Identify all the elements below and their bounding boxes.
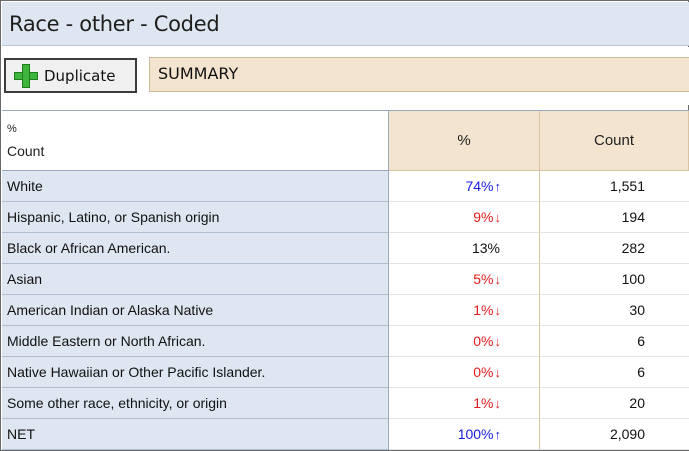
row-label[interactable]: Some other race, ethnicity, or origin [2, 388, 389, 419]
percent-value: 13% [471, 240, 500, 256]
window-frame: Race - other - Coded Duplicate SUMMARY %… [0, 0, 689, 451]
count-cell[interactable]: 2,090 [540, 419, 689, 450]
row-label[interactable]: Native Hawaiian or Other Pacific Islande… [2, 357, 389, 388]
row-label[interactable]: NET [2, 419, 389, 450]
title-bar: Race - other - Coded [2, 2, 689, 46]
arrow-down-icon: ↓ [494, 272, 502, 287]
percent-value: 9% [473, 209, 494, 225]
table-row[interactable]: White 74%↑ 1,551 [2, 171, 689, 202]
arrow-up-icon: ↑ [494, 427, 502, 442]
count-cell[interactable]: 282 [540, 233, 689, 264]
arrow-up-icon: ↑ [494, 179, 502, 194]
percent-value: 74% [465, 178, 494, 194]
duplicate-button[interactable]: Duplicate [4, 58, 137, 93]
count-cell[interactable]: 1,551 [540, 171, 689, 202]
percent-cell[interactable]: 1%↓ [389, 388, 540, 419]
plus-icon [14, 63, 38, 88]
column-header-percent[interactable]: % [389, 111, 540, 171]
table-row[interactable]: American Indian or Alaska Native 1%↓ 30 [2, 295, 689, 326]
toolbar: Duplicate SUMMARY [2, 47, 689, 105]
row-label[interactable]: American Indian or Alaska Native [2, 295, 389, 326]
percent-cell[interactable]: 5%↓ [389, 264, 540, 295]
count-cell[interactable]: 6 [540, 357, 689, 388]
row-label[interactable]: White [2, 171, 389, 202]
percent-value: 1% [473, 302, 494, 318]
table-row[interactable]: Native Hawaiian or Other Pacific Islande… [2, 357, 689, 388]
row-label[interactable]: Middle Eastern or North African. [2, 326, 389, 357]
count-cell[interactable]: 6 [540, 326, 689, 357]
results-table: % Count % Count White 74%↑ 1,551 Hispanic, … [2, 110, 689, 451]
percent-cell[interactable]: 0%↓ [389, 357, 540, 388]
arrow-down-icon: ↓ [494, 334, 502, 349]
percent-cell[interactable]: 1%↓ [389, 295, 540, 326]
arrow-down-icon: ↓ [494, 210, 502, 225]
percent-cell[interactable]: 100%↑ [389, 419, 540, 450]
arrow-down-icon: ↓ [494, 365, 502, 380]
row-header-corner: % Count [2, 111, 389, 171]
count-cell[interactable]: 20 [540, 388, 689, 419]
percent-value: 100% [457, 426, 494, 442]
percent-value: 0% [473, 364, 494, 380]
percent-cell[interactable]: 0%↓ [389, 326, 540, 357]
duplicate-button-label: Duplicate [44, 66, 116, 85]
summary-field[interactable]: SUMMARY [149, 57, 689, 92]
table-row[interactable]: Some other race, ethnicity, or origin 1%↓… [2, 388, 689, 419]
corner-stat-count: Count [7, 143, 45, 159]
count-cell[interactable]: 30 [540, 295, 689, 326]
count-cell[interactable]: 194 [540, 202, 689, 233]
percent-value: 5% [473, 271, 494, 287]
row-label[interactable]: Asian [2, 264, 389, 295]
table-row[interactable]: Hispanic, Latino, or Spanish origin 9%↓ 19… [2, 202, 689, 233]
percent-cell[interactable]: 74%↑ [389, 171, 540, 202]
arrow-down-icon: ↓ [494, 303, 502, 318]
percent-cell[interactable]: 9%↓ [389, 202, 540, 233]
percent-value: 1% [473, 395, 494, 411]
row-label[interactable]: Black or African American. [2, 233, 389, 264]
column-header-count[interactable]: Count [540, 111, 689, 171]
row-label[interactable]: Hispanic, Latino, or Spanish origin [2, 202, 389, 233]
arrow-down-icon: ↓ [494, 396, 502, 411]
percent-value: 0% [473, 333, 494, 349]
table-row[interactable]: Asian 5%↓ 100 [2, 264, 689, 295]
percent-cell[interactable]: 13% [389, 233, 540, 264]
table-row[interactable]: NET 100%↑ 2,090 [2, 419, 689, 450]
count-cell[interactable]: 100 [540, 264, 689, 295]
window-title: Race - other - Coded [9, 12, 220, 36]
table-row[interactable]: Middle Eastern or North African. 0%↓ 6 [2, 326, 689, 357]
corner-stat-pct: % [7, 123, 17, 135]
table-row[interactable]: Black or African American. 13% 282 [2, 233, 689, 264]
summary-label: SUMMARY [158, 64, 239, 83]
